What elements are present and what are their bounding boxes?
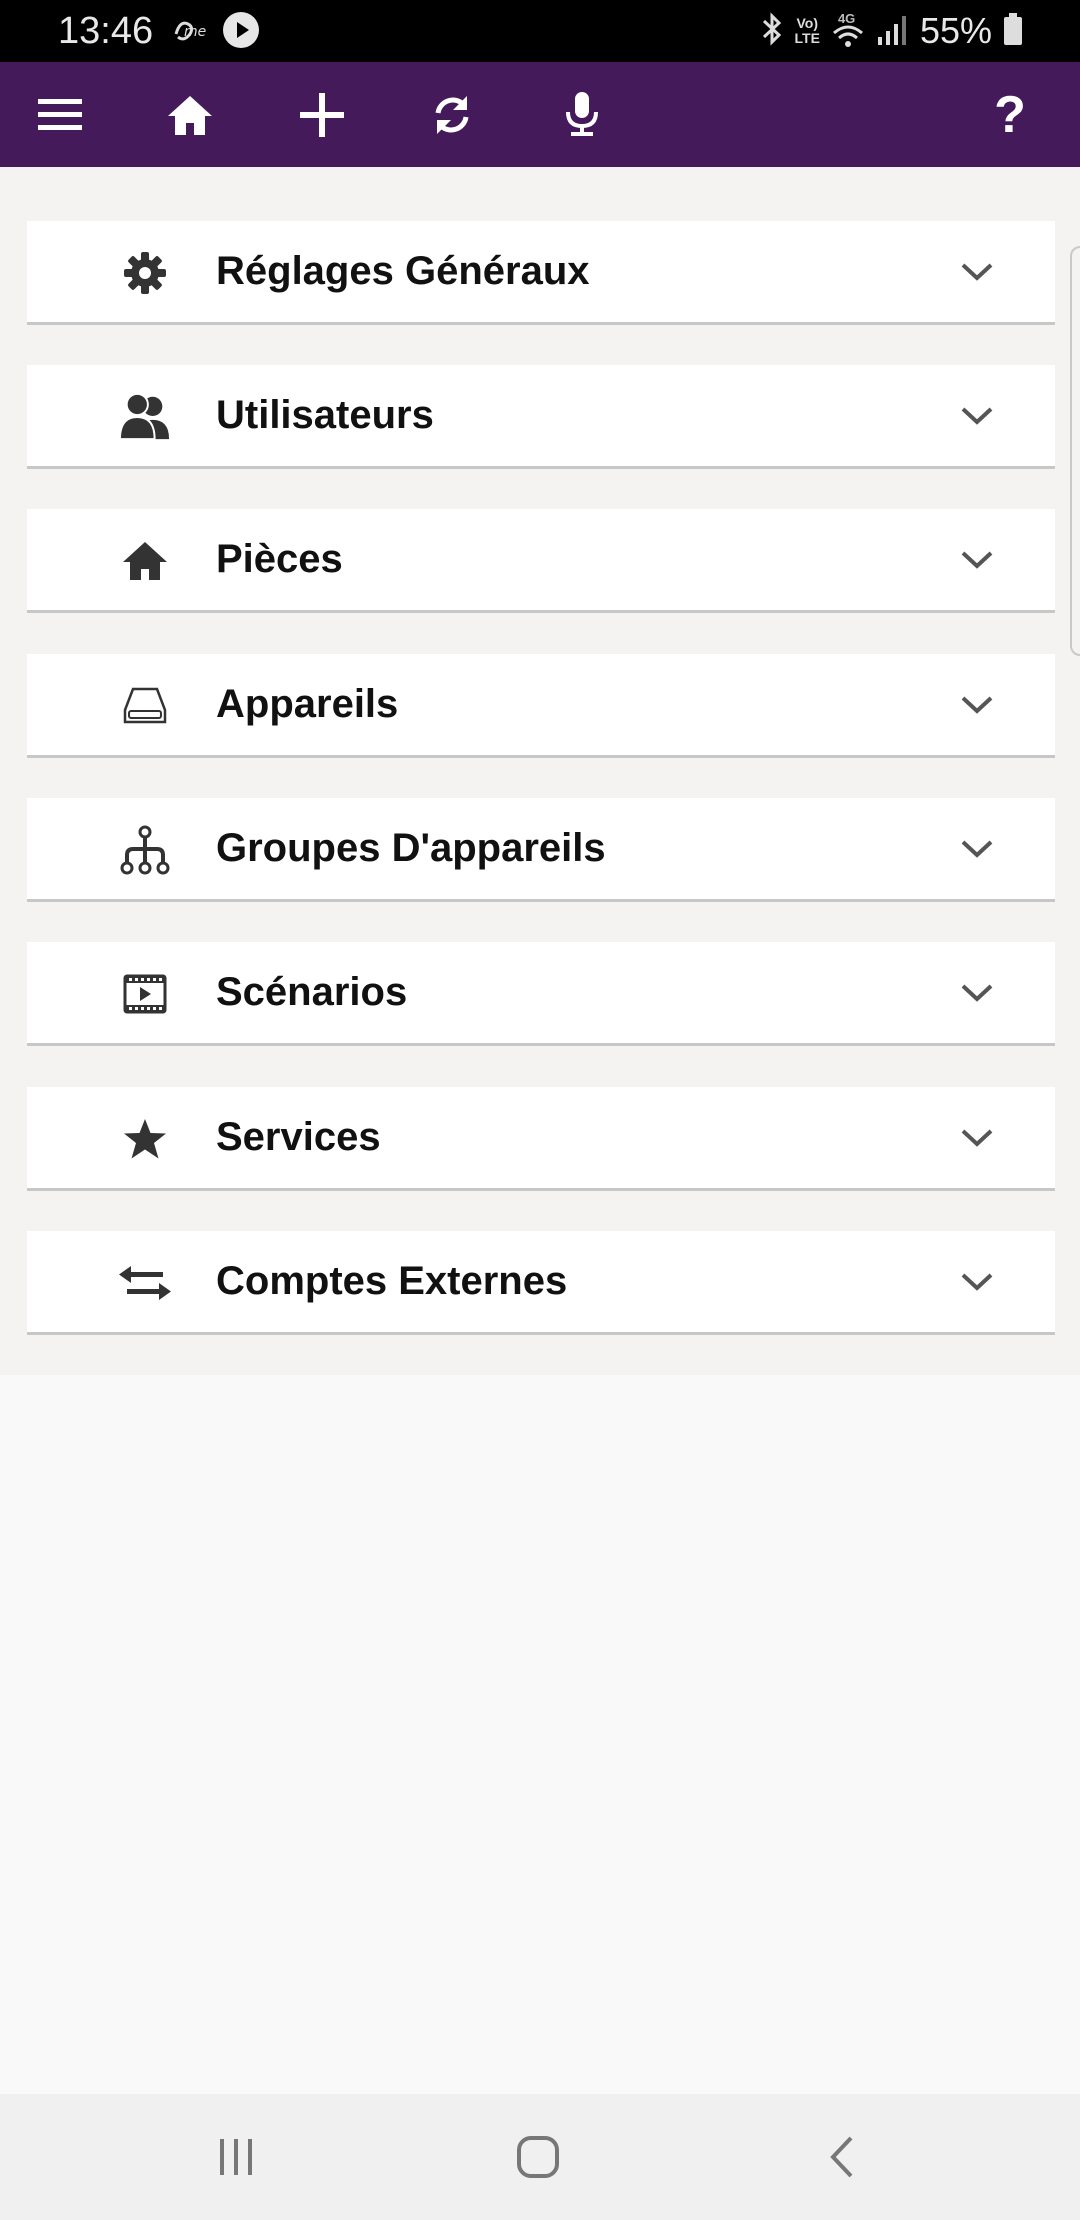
status-time: 13:46 <box>58 10 154 52</box>
back-icon <box>830 2136 853 2178</box>
device-group-icon <box>119 824 171 876</box>
scenario-film-icon <box>119 968 171 1020</box>
device-icon <box>119 680 171 732</box>
status-bar: 13:46 me Vo) LTE 4G 55% <box>0 0 1080 62</box>
battery-icon <box>1002 11 1024 52</box>
star-icon <box>119 1113 171 1165</box>
volte-line-2: LTE <box>794 30 820 46</box>
menu-item-rooms[interactable]: Pièces <box>27 509 1055 613</box>
status-notification-icons: me <box>170 11 260 54</box>
plus-icon <box>300 92 344 137</box>
exchange-arrows-icon <box>119 1257 171 1309</box>
settings-content: Réglages Généraux Utilisateurs Pièces Ap… <box>0 167 1080 1375</box>
menu-item-label: Réglages Généraux <box>216 249 590 293</box>
refresh-icon <box>435 95 469 134</box>
home-icon <box>168 95 212 135</box>
back-button[interactable] <box>782 2094 902 2220</box>
volte-line-1: Vo) <box>796 15 818 31</box>
menu-item-users[interactable]: Utilisateurs <box>27 365 1055 469</box>
battery-percent: 55% <box>919 10 992 51</box>
menu-item-label: Pièces <box>216 537 343 581</box>
chevron-down-icon <box>957 976 997 1010</box>
menu-item-label: Services <box>216 1115 381 1159</box>
chevron-down-icon <box>957 832 997 866</box>
menu-item-label: Appareils <box>216 682 399 726</box>
menu-item-services[interactable]: Services <box>27 1087 1055 1191</box>
voice-button[interactable] <box>532 62 632 167</box>
volte-indicator: Vo) LTE <box>795 16 820 46</box>
play-icon <box>222 11 260 54</box>
signal-icon <box>876 11 910 52</box>
svg-text:me: me <box>184 24 206 40</box>
add-button[interactable] <box>272 62 372 167</box>
refresh-button[interactable] <box>402 62 502 167</box>
menu-icon <box>38 98 82 130</box>
gear-icon <box>119 247 171 299</box>
help-button[interactable]: ? <box>970 62 1050 167</box>
home-nav-button[interactable] <box>478 2094 598 2220</box>
chevron-down-icon <box>957 1121 997 1155</box>
app-toolbar: ? <box>0 62 1080 167</box>
menu-button[interactable] <box>10 62 110 167</box>
status-system-icons: Vo) LTE 4G 55% <box>759 8 1024 54</box>
menu-item-external-accounts[interactable]: Comptes Externes <box>27 1231 1055 1335</box>
bluetooth-icon <box>759 11 785 52</box>
home-button[interactable] <box>140 62 240 167</box>
system-nav-bar <box>0 2094 1080 2220</box>
menu-item-label: Utilisateurs <box>216 393 434 437</box>
chevron-down-icon <box>957 255 997 289</box>
menu-item-general-settings[interactable]: Réglages Généraux <box>27 221 1055 325</box>
chevron-down-icon <box>957 688 997 722</box>
menu-item-device-groups[interactable]: Groupes D'appareils <box>27 798 1055 902</box>
menu-item-label: Comptes Externes <box>216 1259 568 1303</box>
chevron-down-icon <box>957 1265 997 1299</box>
home-button-icon <box>517 2136 559 2178</box>
menu-item-label: Groupes D'appareils <box>216 826 606 870</box>
orange-me-icon: me <box>170 12 210 53</box>
users-icon <box>119 391 171 443</box>
chevron-down-icon <box>957 543 997 577</box>
chevron-down-icon <box>957 399 997 433</box>
menu-item-scenarios[interactable]: Scénarios <box>27 942 1055 1046</box>
recent-apps-icon <box>220 2139 252 2175</box>
home-icon <box>119 535 171 587</box>
menu-item-devices[interactable]: Appareils <box>27 654 1055 758</box>
microphone-icon <box>566 91 598 136</box>
menu-item-label: Scénarios <box>216 970 408 1014</box>
recent-apps-button[interactable] <box>176 2094 296 2220</box>
wifi-icon: 4G <box>830 11 866 51</box>
scrollbar-thumb[interactable] <box>1070 246 1080 656</box>
